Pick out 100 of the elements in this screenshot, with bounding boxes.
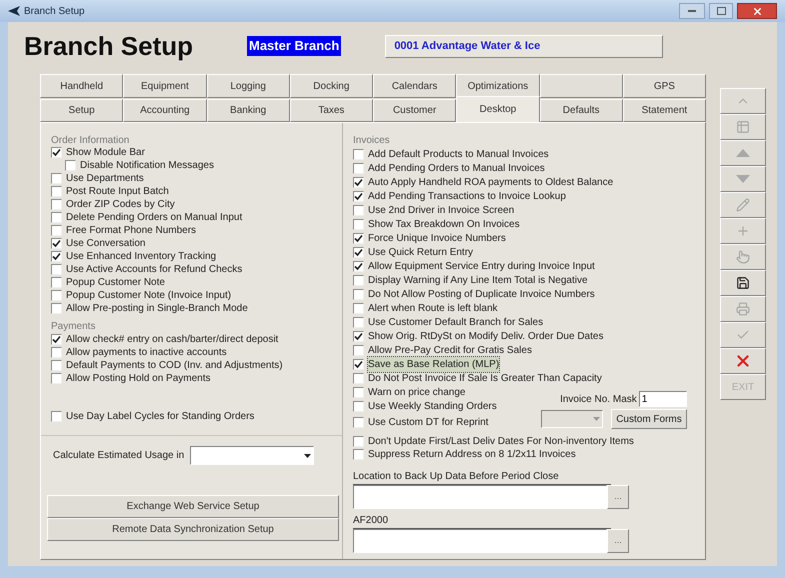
dropdown-arrow-icon: [304, 454, 312, 458]
checkbox[interactable]: [353, 344, 364, 356]
checkbox[interactable]: [51, 225, 62, 236]
checkbox[interactable]: [51, 147, 62, 158]
checkbox[interactable]: [353, 330, 364, 342]
maximize-icon: [716, 7, 726, 15]
option-label: Warn on price change: [368, 386, 466, 400]
group-label: Payments: [51, 320, 96, 333]
option-label: Use Customer Default Branch for Sales: [368, 316, 544, 330]
printer-icon: [736, 302, 750, 316]
checkbox[interactable]: [353, 204, 364, 216]
checkbox[interactable]: [51, 251, 62, 262]
save-icon: [736, 276, 750, 290]
checkbox[interactable]: [353, 232, 364, 244]
option-label: Allow payments to inactive accounts: [66, 346, 227, 360]
option-label: Allow Pre-Pay Credit for Gratis Sales: [368, 344, 532, 358]
option-label: Save as Base Relation (MLP): [368, 356, 500, 372]
tab[interactable]: Defaults: [540, 99, 623, 122]
checkbox[interactable]: [353, 400, 364, 412]
setup-button[interactable]: Exchange Web Service Setup: [47, 495, 339, 518]
maximize-button[interactable]: [709, 3, 733, 19]
checkbox[interactable]: [51, 277, 62, 288]
checkbox[interactable]: [51, 360, 62, 371]
tab[interactable]: Accounting: [123, 99, 206, 122]
option-label: Post Route Input Batch: [66, 185, 169, 199]
option-label: Do Not Post Invoice If Sale Is Greater Than Capacity: [368, 372, 602, 386]
tab[interactable]: Equipment: [123, 74, 206, 98]
checkbox[interactable]: [353, 218, 364, 230]
checkbox[interactable]: [353, 316, 364, 328]
checkbox[interactable]: [353, 416, 364, 428]
pencil-icon: [736, 198, 750, 212]
option-label: Allow Pre-posting in Single-Branch Mode: [66, 302, 248, 316]
option-label: Delete Pending Orders on Manual Input: [66, 211, 242, 225]
option-label: Default Payments to COD (Inv. and Adjustments): [66, 359, 283, 373]
form-dropdown[interactable]: [541, 410, 604, 428]
checkbox[interactable]: [51, 199, 62, 210]
checkbox[interactable]: [51, 173, 62, 184]
custom-forms-button[interactable]: Custom Forms: [611, 409, 687, 429]
checkbox[interactable]: [51, 186, 62, 197]
tab[interactable]: Handheld: [40, 74, 124, 98]
tab[interactable]: Optimizations: [456, 74, 540, 98]
checkbox[interactable]: [51, 334, 62, 345]
branch-label: Master Branch: [247, 36, 342, 56]
option-label: Order ZIP Codes by City: [66, 198, 175, 212]
hand-pointer-icon: [736, 250, 750, 264]
checkbox[interactable]: [353, 288, 364, 300]
tab[interactable]: Setup: [40, 99, 124, 122]
tab[interactable]: Logging: [206, 74, 290, 98]
tab[interactable]: Banking: [206, 99, 290, 122]
browse-button[interactable]: ...: [607, 529, 629, 553]
tab[interactable]: GPS: [622, 74, 706, 98]
checkbox[interactable]: [51, 238, 62, 249]
tab[interactable]: Desktop: [456, 96, 540, 122]
minimize-button[interactable]: [679, 3, 705, 19]
triangle-up-icon: [736, 149, 750, 157]
path-field[interactable]: [353, 485, 607, 509]
option-label: Force Unique Invoice Numbers: [368, 232, 506, 246]
checkbox[interactable]: [51, 212, 62, 223]
option-label: Disable Notification Messages: [80, 159, 214, 173]
checkbox[interactable]: [353, 386, 364, 398]
plus-icon: [736, 224, 750, 238]
checkbox[interactable]: [353, 162, 364, 174]
usage-dropdown[interactable]: [190, 446, 314, 465]
tab[interactable]: Calendars: [373, 74, 456, 98]
option-label: Use Active Accounts for Refund Checks: [66, 263, 242, 277]
checkbox[interactable]: [353, 176, 364, 188]
checkbox[interactable]: [353, 372, 364, 384]
checkbox[interactable]: [65, 160, 76, 171]
option-label: Popup Customer Note: [66, 276, 165, 290]
checkbox[interactable]: [51, 373, 62, 384]
tab[interactable]: Statement: [622, 99, 706, 122]
option-label: Free Format Phone Numbers: [66, 224, 196, 238]
option-label: Use Custom DT for Reprint: [368, 416, 488, 430]
setup-button[interactable]: Remote Data Synchronization Setup: [47, 518, 339, 541]
close-button[interactable]: [737, 3, 777, 19]
checkbox[interactable]: [51, 410, 62, 422]
tab[interactable]: Docking: [290, 74, 373, 98]
tab[interactable]: Taxes: [290, 99, 373, 122]
path-field[interactable]: [353, 529, 607, 553]
checkbox[interactable]: [51, 303, 62, 314]
checkbox[interactable]: [353, 302, 364, 314]
checkbox[interactable]: [353, 449, 364, 460]
checkbox[interactable]: [353, 274, 364, 286]
browse-button[interactable]: ...: [607, 485, 629, 509]
invoice-mask-field[interactable]: 1: [638, 391, 687, 407]
checkbox[interactable]: [353, 358, 364, 370]
option-label: Show Tax Breakdown On Invoices: [368, 218, 520, 232]
checkbox[interactable]: [51, 264, 62, 275]
checkbox[interactable]: [353, 436, 364, 447]
checkbox[interactable]: [353, 148, 364, 160]
checkbox[interactable]: [353, 260, 364, 272]
option-label: Add Default Products to Manual Invoices: [368, 148, 549, 162]
checkbox[interactable]: [51, 290, 62, 301]
option-label: Show Module Bar: [66, 146, 145, 160]
option-label: Use Day Label Cycles for Standing Orders: [66, 410, 254, 424]
toolbar-button[interactable]: [720, 270, 766, 296]
checkbox[interactable]: [353, 246, 364, 258]
checkbox[interactable]: [353, 190, 364, 202]
checkbox[interactable]: [51, 347, 62, 358]
tab[interactable]: Customer: [373, 99, 456, 122]
